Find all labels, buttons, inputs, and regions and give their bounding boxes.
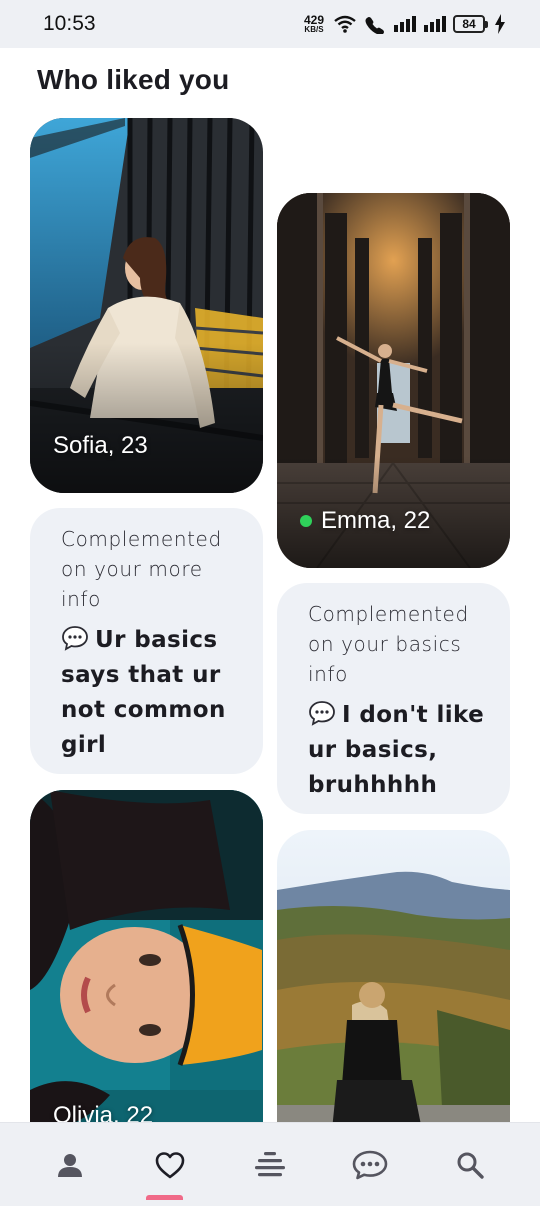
profile-card-sofia[interactable]: Sofia, 23: [30, 118, 263, 493]
wifi-icon: [334, 15, 356, 33]
heart-icon: [155, 1151, 185, 1178]
status-bar: 10:53 429 KB/S 84: [0, 0, 540, 48]
person-icon: [58, 1153, 82, 1177]
battery: 84: [453, 15, 488, 33]
card-name-sofia: Sofia, 23: [53, 432, 148, 460]
charging-icon: [495, 14, 505, 34]
compliment-note-2[interactable]: Complemented on your basics info I don't…: [277, 583, 510, 814]
status-time: 10:53: [43, 12, 96, 35]
page-title: Who liked you: [37, 64, 230, 95]
nav-feed[interactable]: [240, 1135, 300, 1195]
status-icons: 429 KB/S 84: [304, 14, 506, 34]
bottom-navigation: [0, 1122, 540, 1206]
call-icon: [365, 17, 384, 34]
nav-chats[interactable]: [340, 1135, 400, 1195]
profile-card-emma[interactable]: Emma, 22: [277, 193, 510, 568]
compliment-message-1: Ur basics says that ur not common girl: [61, 623, 243, 763]
profile-card-olivia[interactable]: Olivia, 22: [30, 790, 263, 1165]
compliment-label-1: Complemented on your more info: [61, 527, 222, 611]
active-tab-indicator: [146, 1195, 183, 1200]
card-name-emma: Emma, 22: [300, 507, 430, 535]
nav-likes[interactable]: [140, 1135, 200, 1195]
chat-icon: [352, 1150, 388, 1179]
speech-bubble-icon: [309, 701, 335, 726]
signal-icon-1: [394, 16, 416, 32]
card-name-emma-text: Emma, 22: [321, 507, 431, 534]
compliment-message-2: I don't like ur basics, bruhhhhh: [308, 698, 490, 803]
nav-profile[interactable]: [40, 1135, 100, 1195]
battery-tip: [485, 20, 488, 28]
signal-icon-2: [424, 16, 446, 32]
nav-search[interactable]: [440, 1135, 500, 1195]
network-speed-unit: KB/S: [304, 25, 324, 34]
card-name-sofia-text: Sofia, 23: [53, 432, 148, 459]
search-icon: [457, 1152, 484, 1179]
network-speed: 429 KB/S: [304, 14, 324, 34]
compliment-note-1[interactable]: Complemented on your more info Ur basics…: [30, 508, 263, 774]
battery-level: 84: [453, 15, 485, 33]
compliment-label-2: Complemented on your basics info: [308, 602, 469, 686]
online-status-dot: [300, 515, 312, 527]
speech-bubble-icon: [62, 626, 88, 651]
feed-icon: [255, 1151, 285, 1176]
